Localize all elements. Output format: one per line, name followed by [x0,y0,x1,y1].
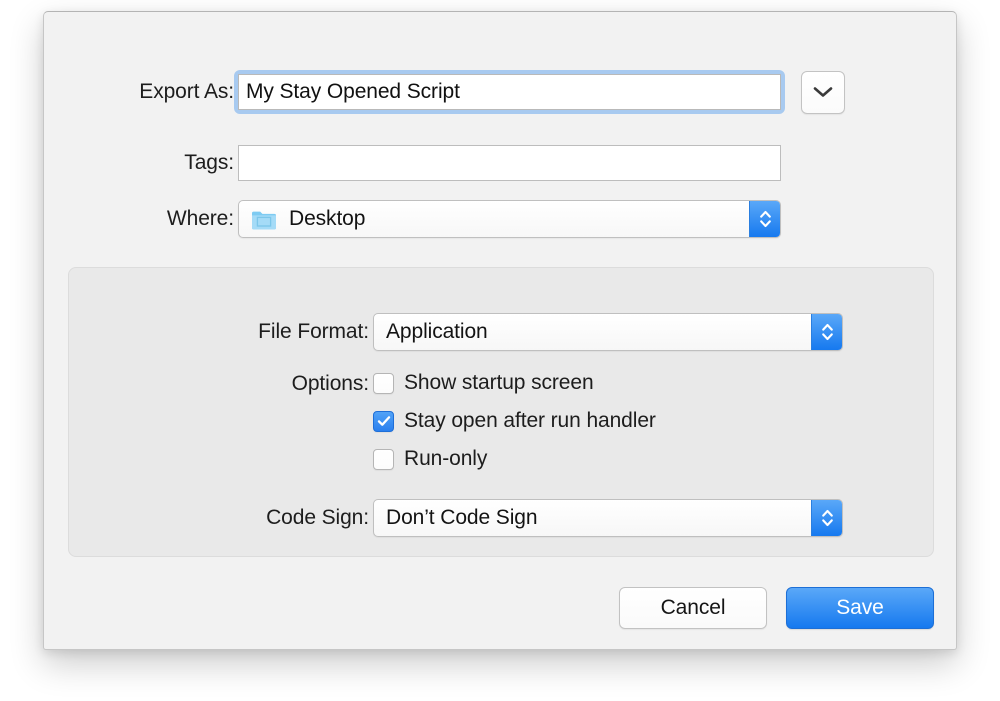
export-as-value: My Stay Opened Script [246,80,460,103]
file-format-popup-button[interactable]: Application [373,313,843,351]
option-label: Show startup screen [404,371,594,394]
chevron-down-icon [812,85,834,99]
file-format-label: File Format: [258,320,369,343]
code-sign-popup-button[interactable]: Don’t Code Sign [373,499,843,537]
option-run-only[interactable]: Run-only [373,447,656,471]
tags-row: Tags: [44,145,958,181]
chevron-up-down-icon [749,201,780,237]
export-as-focus-ring: My Stay Opened Script [234,70,785,114]
code-sign-value: Don’t Code Sign [386,506,538,529]
checkbox-stay-open-after-run-handler[interactable] [373,410,394,432]
where-value: Desktop [289,207,366,230]
dialog-footer: Cancel Save [619,587,934,629]
checkbox-run-only[interactable] [373,448,394,470]
code-sign-label: Code Sign: [266,506,369,529]
save-button[interactable]: Save [786,587,934,629]
options-checkbox-list: Show startup screen Stay open after run … [373,371,656,471]
option-show-startup-screen[interactable]: Show startup screen [373,371,656,395]
where-label: Where: [166,207,234,230]
chevron-up-down-icon [811,500,842,536]
file-format-value: Application [386,320,488,343]
option-label: Stay open after run handler [404,409,656,432]
export-dialog: Export As: My Stay Opened Script Tags: W… [43,11,957,650]
file-format-row: File Format: Application [69,313,935,351]
export-options-panel: File Format: Application Options: Show s… [68,267,934,557]
chevron-up-down-icon [811,314,842,350]
cancel-button[interactable]: Cancel [619,587,767,629]
export-as-label: Export As: [139,80,234,103]
tags-input[interactable] [238,145,781,181]
code-sign-row: Code Sign: Don’t Code Sign [69,499,935,537]
options-label: Options: [291,372,370,395]
where-row: Where: Desktop [44,200,958,238]
folder-icon [251,209,277,230]
option-stay-open-after-run-handler[interactable]: Stay open after run handler [373,409,656,433]
screen: Export As: My Stay Opened Script Tags: W… [0,0,1000,701]
expand-browser-button[interactable] [801,70,845,114]
where-popup-button[interactable]: Desktop [238,200,781,238]
option-label: Run-only [404,447,488,470]
checkbox-show-startup-screen[interactable] [373,372,394,394]
options-row: Options: Show startup screen Stay open a… [69,371,935,471]
export-as-input[interactable]: My Stay Opened Script [238,74,781,110]
tags-label: Tags: [184,151,234,174]
export-as-row: Export As: My Stay Opened Script [44,70,958,114]
